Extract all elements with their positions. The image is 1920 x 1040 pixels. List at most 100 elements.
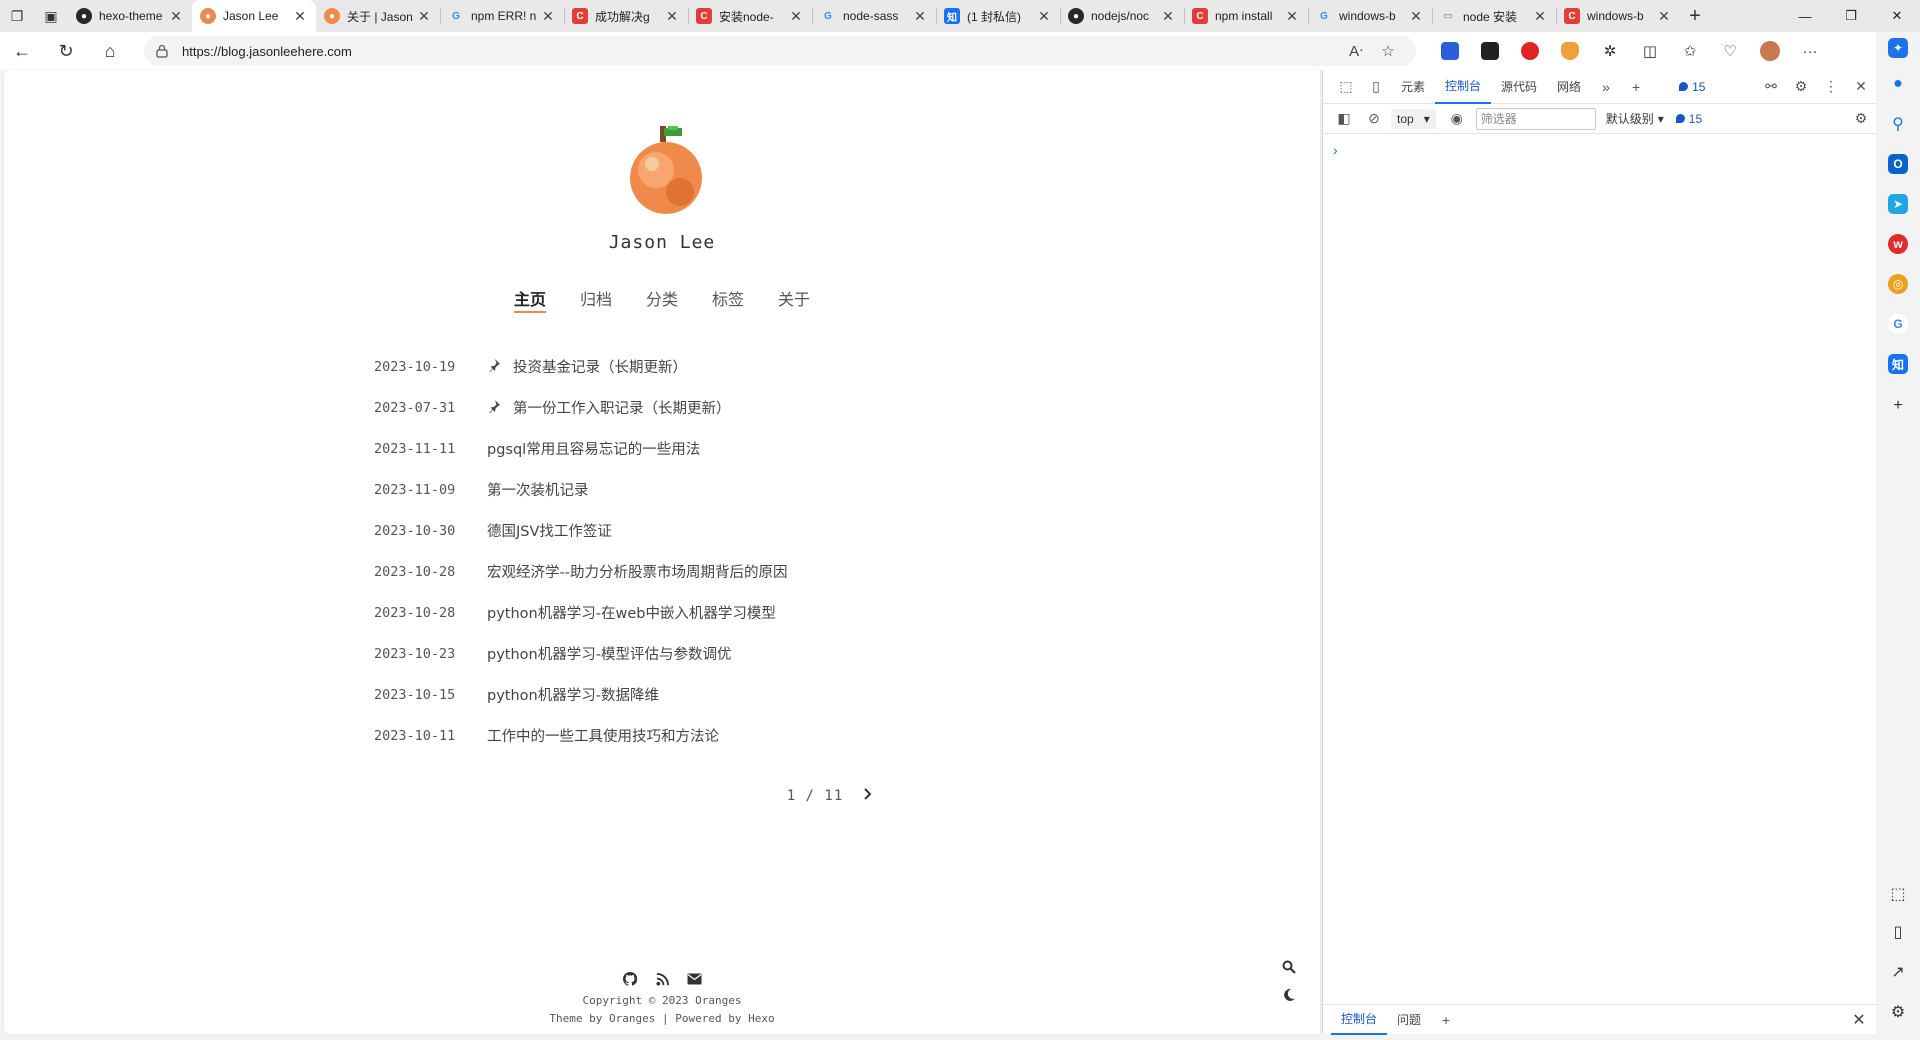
sidebar-settings-icon[interactable]: ⚙ [1888,1002,1908,1022]
live-expression-eye-icon[interactable]: ◉ [1442,104,1472,134]
sidebar-search-icon[interactable]: ⚲ [1888,114,1908,134]
github-icon[interactable] [621,970,639,988]
post-link[interactable]: 第一次装机记录 [487,479,589,500]
read-aloud-icon[interactable]: Aᐧ [1340,42,1372,60]
tab-actions-icon[interactable]: ▣ [34,0,68,32]
settings-gear-icon[interactable]: ⚙ [1786,72,1816,102]
browser-tab[interactable]: Gnpm ERR! n ✕ [440,0,564,32]
refresh-icon[interactable]: ↻ [44,32,88,70]
console-prompt-chevron-icon[interactable]: › [1333,142,1338,158]
theme-link[interactable]: Oranges [609,1012,655,1025]
url-text[interactable]: https://blog.jasonleehere.com [182,44,1340,59]
close-tab-icon[interactable]: ✕ [788,8,804,25]
issues-badge[interactable]: 15 [1679,80,1705,94]
open-external-icon[interactable]: ↗ [1888,962,1908,982]
close-drawer-icon[interactable]: ✕ [1842,1010,1876,1030]
kebab-menu-icon[interactable]: ⋮ [1816,72,1846,102]
console-output[interactable]: › [1323,136,1876,1004]
email-icon[interactable] [685,970,703,988]
send-icon[interactable]: ➤ [1888,194,1908,214]
menu-item[interactable]: 标签 [712,286,744,313]
restore-icon[interactable]: ❐ [1828,0,1874,32]
new-tab-button[interactable]: + [1680,0,1710,32]
close-tab-icon[interactable]: ✕ [664,8,680,25]
post-link[interactable]: 工作中的一些工具使用技巧和方法论 [487,725,719,746]
context-selector[interactable]: top ▾ [1391,108,1436,129]
sidebar-toggle-icon[interactable]: ◧ [1329,104,1359,134]
browser-tab[interactable]: Cwindows-b ✕ [1556,0,1680,32]
hexo-link[interactable]: Hexo [748,1012,775,1025]
close-tab-icon[interactable]: ✕ [1656,8,1672,25]
orange-logo-icon[interactable] [624,126,708,218]
close-tab-icon[interactable]: ✕ [912,8,928,25]
browser-tab[interactable]: Cnpm install ✕ [1184,0,1308,32]
post-link[interactable]: python机器学习-数据降维 [487,684,659,705]
extension-black-icon[interactable] [1470,32,1510,70]
filter-input[interactable]: 筛选器 [1475,107,1596,130]
extension-shield-icon[interactable] [1550,32,1590,70]
outlook-icon[interactable]: O [1888,154,1908,174]
favorite-star-icon[interactable]: ☆ [1372,42,1404,60]
home-icon[interactable]: ⌂ [88,32,132,70]
browser-tab[interactable]: ● Jason Lee ✕ [192,0,316,32]
sidebar-layout-icon[interactable]: ▯ [1888,922,1908,942]
copilot-icon[interactable]: ✦ [1888,38,1908,58]
split-screen-icon[interactable]: ◫ [1630,32,1670,70]
devtools-tab[interactable]: 网络 [1547,70,1591,104]
devtools-tab[interactable]: 元素 [1391,70,1435,104]
notifications-bell-icon[interactable]: ● [1888,74,1908,94]
close-tab-icon[interactable]: ✕ [1408,8,1424,25]
zhihu-sidebar-icon[interactable]: 知 [1888,354,1908,374]
close-tab-icon[interactable]: ✕ [416,8,432,25]
close-devtools-icon[interactable]: ✕ [1846,72,1876,102]
site-name[interactable]: Jason Lee [4,232,1320,253]
workspaces-icon[interactable]: ❐ [0,0,34,32]
favorites-icon[interactable]: ✩ [1670,32,1710,70]
extension-blue-icon[interactable] [1430,32,1470,70]
browser-tab[interactable]: C 成功解决g ✕ [564,0,688,32]
connect-icon[interactable]: ⚯ [1756,72,1786,102]
message-count-badge[interactable]: 15 [1675,112,1702,126]
close-window-icon[interactable]: ✕ [1874,0,1920,32]
rss-icon[interactable] [653,970,671,988]
chrome-like-icon[interactable]: ◎ [1888,274,1908,294]
post-link[interactable]: 投资基金记录（长期更新） [487,356,687,377]
add-sidebar-app-icon[interactable]: + [1888,396,1908,416]
post-link[interactable]: python机器学习-模型评估与参数调优 [487,643,731,664]
profile-avatar[interactable] [1750,32,1790,70]
browser-tab[interactable]: Gwindows-b ✕ [1308,0,1432,32]
post-link[interactable]: pgsql常用且容易忘记的一些用法 [487,438,700,459]
add-drawer-tab-icon[interactable]: + [1431,1005,1461,1035]
minimize-icon[interactable]: — [1782,0,1828,32]
post-link[interactable]: 宏观经济学--助力分析股票市场周期背后的原因 [487,561,787,582]
browser-tab[interactable]: ▭ node 安装 ✕ [1432,0,1556,32]
google-sidebar-icon[interactable]: G [1888,314,1908,334]
clear-console-icon[interactable]: ⊘ [1359,104,1389,134]
add-tab-icon[interactable]: + [1621,72,1651,102]
browser-tab[interactable]: 知 (1 封私信) ✕ [936,0,1060,32]
browser-tab[interactable]: ● nodejs/noc ✕ [1060,0,1184,32]
extension-red-icon[interactable] [1510,32,1550,70]
close-tab-icon[interactable]: ✕ [540,8,556,25]
browser-tab[interactable]: ● 关于 | Jason ✕ [316,0,440,32]
browser-tab[interactable]: ● hexo-theme ✕ [68,0,192,32]
more-menu-icon[interactable]: ··· [1790,32,1830,70]
drawer-tab[interactable]: 问题 [1387,1005,1431,1035]
drawer-tab[interactable]: 控制台 [1331,1005,1388,1035]
weibo-icon[interactable]: w [1888,234,1908,254]
screenshot-icon[interactable]: ⬚ [1888,884,1908,904]
close-tab-icon[interactable]: ✕ [1160,8,1176,25]
menu-item[interactable]: 关于 [778,286,810,313]
close-tab-icon[interactable]: ✕ [292,8,308,25]
copilot-heart-icon[interactable]: ♡ [1710,32,1750,70]
close-tab-icon[interactable]: ✕ [1284,8,1300,25]
browser-tab[interactable]: Gnode-sass ✕ [812,0,936,32]
menu-item[interactable]: 主页 [513,286,546,313]
menu-item[interactable]: 归档 [580,286,612,313]
address-bar[interactable]: https://blog.jasonleehere.com Aᐧ ☆ [144,36,1416,66]
post-link[interactable]: 第一份工作入职记录（长期更新） [487,397,731,418]
close-tab-icon[interactable]: ✕ [168,8,184,25]
close-tab-icon[interactable]: ✕ [1036,8,1052,25]
next-page-icon[interactable] [863,788,873,804]
close-tab-icon[interactable]: ✕ [1532,8,1548,25]
